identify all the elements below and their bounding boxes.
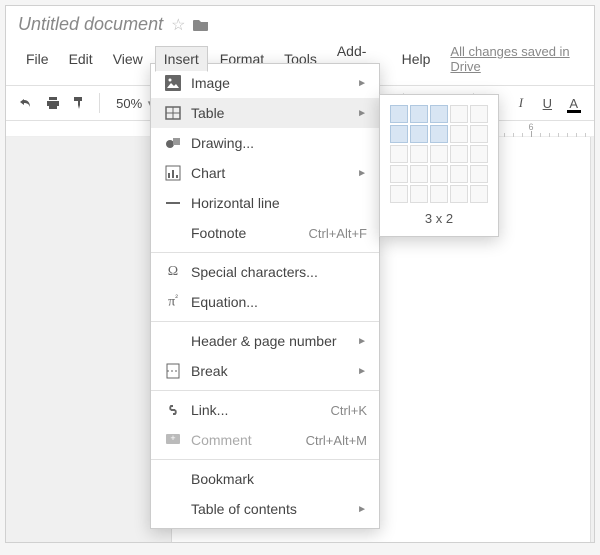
menu-item-label: Table — [185, 105, 357, 121]
table-cell[interactable] — [410, 185, 428, 203]
chevron-right-icon: ► — [357, 504, 367, 515]
table-cell[interactable] — [470, 125, 488, 143]
print-button[interactable] — [42, 92, 62, 114]
menu-item-comment: + CommentCtrl+Alt+M — [151, 425, 379, 455]
chevron-right-icon: ► — [357, 108, 367, 119]
menu-view[interactable]: View — [105, 47, 151, 71]
menu-item-label: Horizontal line — [185, 195, 367, 211]
menu-item-label: Bookmark — [185, 471, 367, 487]
menu-item-label: Chart — [185, 165, 357, 181]
divider — [99, 93, 100, 113]
shortcut: Ctrl+K — [331, 403, 367, 418]
table-cell[interactable] — [390, 105, 408, 123]
shortcut: Ctrl+Alt+F — [308, 226, 367, 241]
table-cell[interactable] — [430, 105, 448, 123]
table-cell[interactable] — [410, 125, 428, 143]
table-cell[interactable] — [470, 165, 488, 183]
omega-icon: Ω — [161, 264, 185, 280]
menu-item-special-characters[interactable]: ΩSpecial characters... — [151, 257, 379, 287]
table-cell[interactable] — [410, 165, 428, 183]
menu-item-label: Break — [185, 363, 357, 379]
menu-item-footnote[interactable]: FootnoteCtrl+Alt+F — [151, 218, 379, 248]
menu-separator — [151, 459, 379, 460]
menu-item-label: Special characters... — [185, 264, 367, 280]
table-cell[interactable] — [430, 125, 448, 143]
menu-item-horizontal-line[interactable]: Horizontal line — [151, 188, 379, 218]
menu-item-table[interactable]: Table► — [151, 98, 379, 128]
menu-edit[interactable]: Edit — [61, 47, 101, 71]
table-size-label: 3 x 2 — [390, 211, 488, 226]
table-cell[interactable] — [450, 185, 468, 203]
table-cell[interactable] — [390, 185, 408, 203]
insert-menu-dropdown: Image►Table►Drawing...Chart►Horizontal l… — [150, 63, 380, 529]
italic-button[interactable]: I — [511, 92, 531, 114]
menu-help[interactable]: Help — [394, 47, 439, 71]
menu-separator — [151, 390, 379, 391]
chevron-right-icon: ► — [357, 78, 367, 89]
table-size-picker[interactable]: 3 x 2 — [379, 94, 499, 237]
table-cell[interactable] — [470, 105, 488, 123]
table-cell[interactable] — [430, 185, 448, 203]
table-cell[interactable] — [470, 185, 488, 203]
table-cell[interactable] — [410, 105, 428, 123]
menu-item-table-of-contents[interactable]: Table of contents► — [151, 494, 379, 524]
table-cell[interactable] — [430, 165, 448, 183]
table-cell[interactable] — [390, 145, 408, 163]
doc-title[interactable]: Untitled document — [18, 14, 163, 35]
chart-icon — [161, 165, 185, 181]
saved-status[interactable]: All changes saved in Drive — [450, 44, 582, 74]
pi-icon: π² — [161, 293, 185, 311]
paint-format-button[interactable] — [69, 92, 89, 114]
shortcut: Ctrl+Alt+M — [306, 433, 367, 448]
chevron-right-icon: ► — [357, 336, 367, 347]
menu-item-label: Header & page number — [185, 333, 357, 349]
undo-button[interactable] — [16, 92, 36, 114]
menu-item-header-page-number[interactable]: Header & page number► — [151, 326, 379, 356]
hr-icon — [161, 195, 185, 211]
svg-text:+: + — [170, 433, 175, 443]
menu-separator — [151, 252, 379, 253]
underline-button[interactable]: U — [537, 92, 557, 114]
link-icon — [161, 402, 185, 418]
table-cell[interactable] — [450, 145, 468, 163]
comment-icon: + — [161, 432, 185, 448]
menu-item-image[interactable]: Image► — [151, 68, 379, 98]
text-color-button[interactable]: A — [564, 92, 584, 114]
star-icon[interactable]: ☆ — [171, 15, 185, 35]
chevron-right-icon: ► — [357, 168, 367, 179]
menu-insert[interactable]: Insert — [155, 46, 208, 72]
drawing-icon — [161, 135, 185, 151]
menu-item-link[interactable]: Link...Ctrl+K — [151, 395, 379, 425]
table-cell[interactable] — [430, 145, 448, 163]
menu-item-label: Drawing... — [185, 135, 367, 151]
menu-item-label: Equation... — [185, 294, 367, 310]
table-cell[interactable] — [390, 125, 408, 143]
menu-file[interactable]: File — [18, 47, 57, 71]
image-icon — [161, 75, 185, 91]
menu-item-break[interactable]: Break► — [151, 356, 379, 386]
menu-item-label: Comment — [185, 432, 306, 448]
menu-item-drawing[interactable]: Drawing... — [151, 128, 379, 158]
table-cell[interactable] — [450, 105, 468, 123]
folder-icon[interactable] — [193, 18, 209, 32]
table-cell[interactable] — [410, 145, 428, 163]
break-icon — [161, 363, 185, 379]
menu-item-chart[interactable]: Chart► — [151, 158, 379, 188]
menu-item-bookmark[interactable]: Bookmark — [151, 464, 379, 494]
table-cell[interactable] — [390, 165, 408, 183]
menu-item-label: Link... — [185, 402, 331, 418]
table-cell[interactable] — [470, 145, 488, 163]
menu-item-equation[interactable]: π²Equation... — [151, 287, 379, 317]
table-cell[interactable] — [450, 165, 468, 183]
table-cell[interactable] — [450, 125, 468, 143]
menu-separator — [151, 321, 379, 322]
table-icon — [161, 105, 185, 121]
menu-item-label: Image — [185, 75, 357, 91]
menu-item-label: Footnote — [185, 225, 308, 241]
menu-item-label: Table of contents — [185, 501, 357, 517]
chevron-right-icon: ► — [357, 366, 367, 377]
